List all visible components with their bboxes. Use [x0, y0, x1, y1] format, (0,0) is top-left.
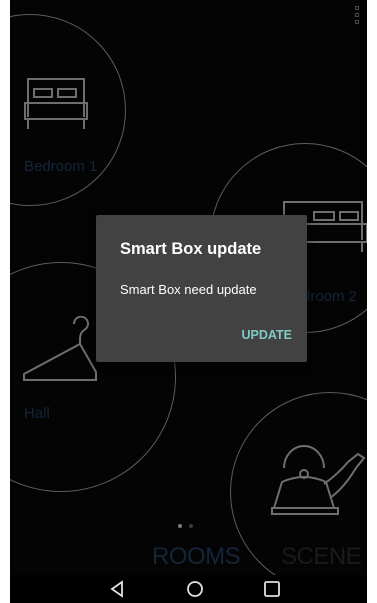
app-screen: Bedroom 1 droom 2 Hall ROOMS SCENE Smart…: [10, 0, 367, 603]
room-label-bedroom-1: Bedroom 1: [24, 158, 98, 175]
back-icon[interactable]: [108, 579, 128, 599]
dialog-message: Smart Box need update: [120, 282, 257, 297]
recents-icon[interactable]: [262, 579, 282, 599]
home-icon[interactable]: [185, 579, 205, 599]
hanger-icon: [23, 316, 97, 381]
update-button[interactable]: UPDATE: [222, 323, 292, 347]
tab-rooms[interactable]: ROOMS: [152, 543, 241, 571]
menu-dot: [355, 13, 359, 17]
update-dialog: Smart Box update Smart Box need update U…: [96, 215, 307, 362]
navigation-bar: [10, 575, 367, 603]
room-label-bedroom-2: droom 2: [302, 288, 358, 305]
kettle-icon: [271, 445, 366, 515]
tab-scene[interactable]: SCENE: [281, 543, 362, 571]
room-label-hall: Hall: [24, 405, 50, 422]
menu-dot: [355, 6, 359, 10]
bottom-tabs: ROOMS SCENE: [10, 538, 367, 574]
page-dot-active: [178, 524, 182, 528]
page-indicator: [178, 524, 193, 528]
page-dot: [189, 524, 193, 528]
menu-dot: [355, 20, 359, 24]
bed-icon: [24, 78, 88, 129]
dialog-title: Smart Box update: [120, 240, 262, 258]
overflow-menu-icon[interactable]: [355, 6, 363, 32]
